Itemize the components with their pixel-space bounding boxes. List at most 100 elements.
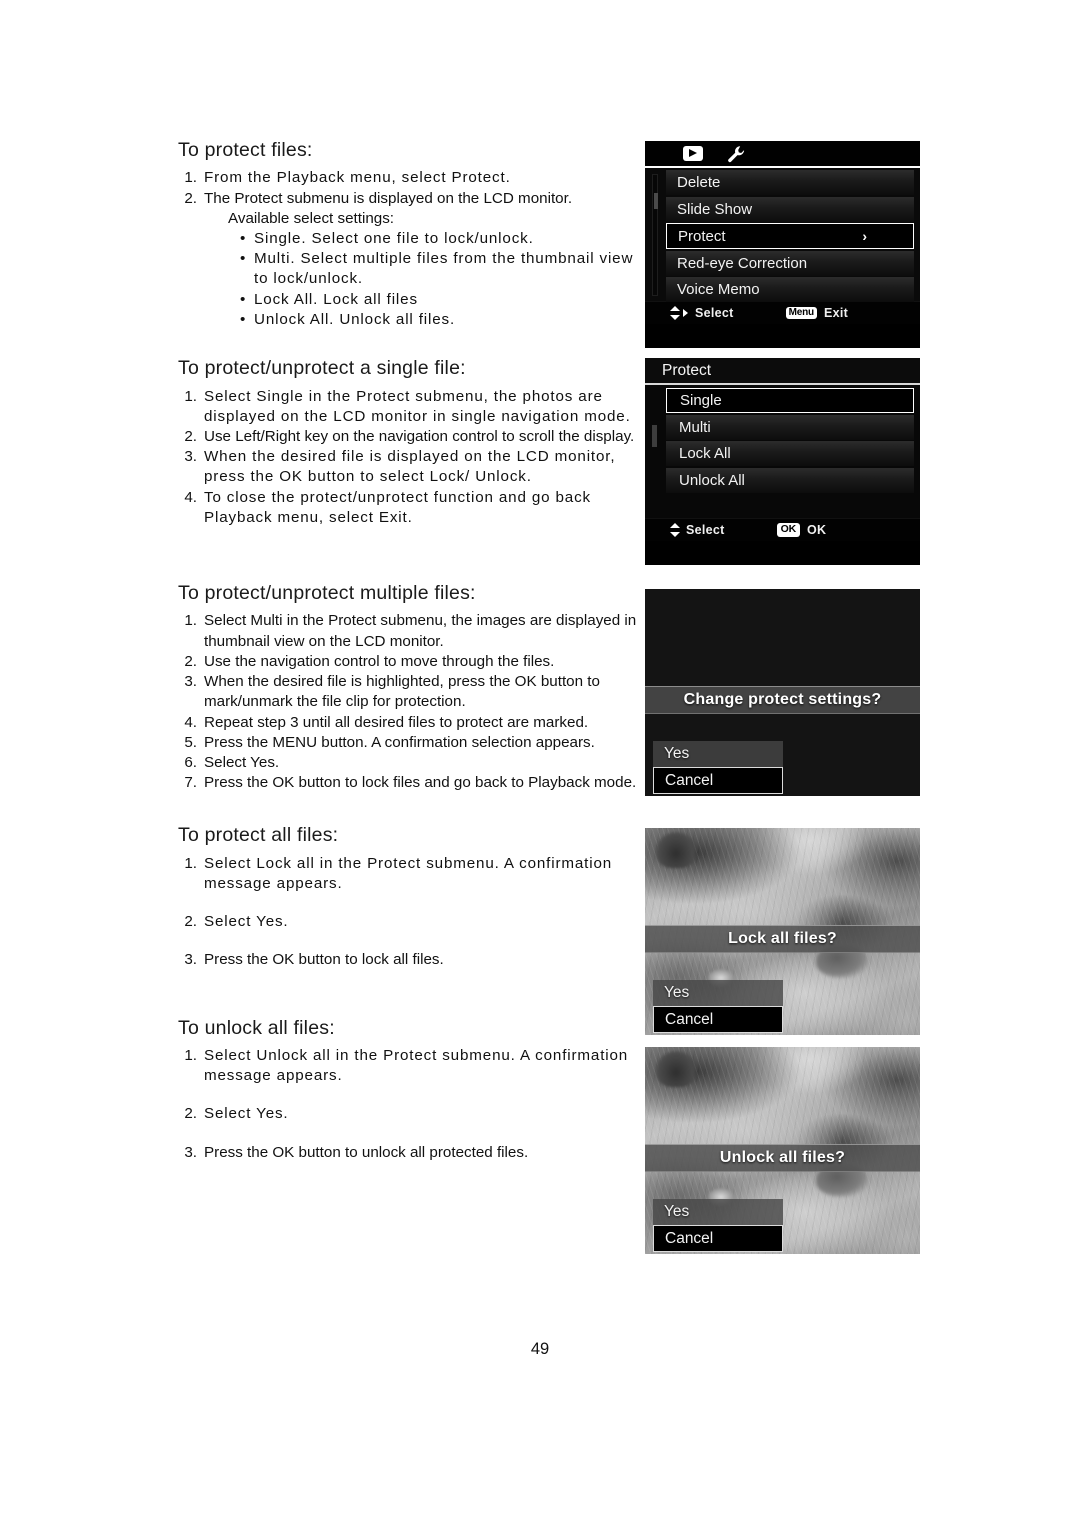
submenu-item-single[interactable]: Single	[666, 388, 914, 413]
step-number: 1.	[184, 854, 197, 872]
protect-submenu-screenshot: Protect Single Multi Lock All Unlock All…	[645, 358, 920, 565]
section-heading: To protect all files:	[178, 824, 339, 847]
step-number: 1.	[184, 387, 197, 405]
confirm-choices: Yes Cancel	[653, 980, 783, 1033]
step-text: When the desired file is highlighted, pr…	[204, 673, 600, 711]
step-number: 1.	[184, 169, 197, 187]
section-protect-all: To protect all files: 1. Select Lock all…	[178, 823, 646, 970]
lock-all-files-dialog-screenshot: Lock all files? Yes Cancel	[645, 828, 920, 1035]
yes-button[interactable]: Yes	[653, 980, 783, 1006]
up-down-arrows-icon	[669, 306, 680, 320]
step-text: Press the MENU button. A confirmation se…	[204, 733, 595, 751]
step-item: 6. Select Yes.	[178, 753, 646, 773]
chevron-right-icon: ›	[862, 228, 867, 244]
step-item: 7. Press the OK button to lock files and…	[178, 773, 646, 793]
yes-button[interactable]: Yes	[653, 1199, 783, 1225]
step-text: Use Left/Right key on the navigation con…	[204, 427, 635, 445]
step-item: 2. Select Yes.	[178, 1104, 646, 1124]
step-text: Select Single in the Protect submenu, th…	[204, 387, 631, 425]
step-number: 6.	[184, 753, 197, 771]
step-list: 1. Select Single in the Protect submenu,…	[178, 387, 646, 529]
submenu-item-unlock-all[interactable]: Unlock All	[666, 467, 914, 493]
bullet-dot-icon: •	[240, 310, 246, 328]
confirm-banner: Lock all files?	[645, 925, 920, 953]
bullet-dot-icon: •	[240, 290, 246, 308]
menu-scrollbar[interactable]	[652, 174, 658, 296]
up-down-arrows-icon	[669, 523, 680, 537]
confirm-dialog: Unlock all files? Yes Cancel	[645, 1047, 920, 1254]
menu-item-protect[interactable]: Protect ›	[666, 223, 914, 249]
step-number: 3.	[184, 1143, 197, 1161]
step-number: 2.	[184, 652, 197, 670]
step-item: 4. To close the protect/unprotect functi…	[178, 488, 646, 528]
step-item: 3. Press the OK button to lock all files…	[178, 950, 646, 970]
bullet-text: Multi. Select multiple files from the th…	[254, 250, 634, 288]
protect-submenu-title: Protect	[645, 358, 920, 385]
cancel-button[interactable]: Cancel	[653, 1006, 783, 1033]
step-item: 3. When the desired file is highlighted,…	[178, 672, 646, 712]
wrench-icon[interactable]	[727, 145, 746, 163]
step-text: Repeat step 3 until all desired files to…	[204, 713, 589, 731]
yes-button-label: Yes	[664, 745, 690, 762]
menu-item-delete[interactable]: Delete	[666, 170, 914, 195]
confirm-dialog: Change protect settings? Yes Cancel	[645, 589, 920, 796]
step-number: 5.	[184, 733, 197, 751]
step-text: Press the OK button to unlock all protec…	[204, 1143, 529, 1161]
select-hint-label: Select	[695, 306, 734, 320]
step-item: 2. The Protect submenu is displayed on t…	[178, 189, 646, 209]
yes-button[interactable]: Yes	[653, 741, 783, 767]
submenu-item-multi[interactable]: Multi	[666, 414, 914, 440]
step-text: Select Unlock all in the Protect submenu…	[204, 1047, 629, 1085]
confirm-choices: Yes Cancel	[653, 741, 783, 794]
menu-item-voice-memo[interactable]: Voice Memo	[666, 277, 914, 302]
step-number: 2.	[184, 427, 197, 445]
step-number: 3.	[184, 673, 197, 691]
submenu-item-lock-all[interactable]: Lock All	[666, 441, 914, 466]
menu-item-label: Slide Show	[677, 200, 753, 218]
step-item: 2. Select Yes.	[178, 912, 646, 932]
submenu-scrollbar-thumb[interactable]	[652, 425, 657, 447]
menu-item-label: Delete	[677, 174, 721, 191]
step-item: 1. From the Playback menu, select Protec…	[178, 168, 646, 188]
protect-submenu-status-bar: Select OK OK	[645, 518, 920, 541]
step-item: 4. Repeat step 3 until all desired files…	[178, 713, 646, 733]
step-text: To close the protect/unprotect function …	[204, 488, 591, 526]
step-list: 1. Select Unlock all in the Protect subm…	[178, 1046, 646, 1163]
page-number: 49	[530, 1340, 550, 1358]
cancel-button[interactable]: Cancel	[653, 767, 783, 794]
confirm-dialog: Lock all files? Yes Cancel	[645, 828, 920, 1035]
cancel-button-label: Cancel	[665, 1229, 714, 1247]
menu-tab-bar	[645, 141, 920, 168]
bullet-item: • Lock All. Lock all files	[240, 290, 646, 310]
step-text: Select Lock all in the Protect submenu. …	[204, 854, 613, 892]
section-heading: To protect/unprotect multiple files:	[178, 582, 476, 605]
menu-scrollbar-thumb[interactable]	[654, 193, 658, 209]
protect-submenu-list-area: Single Multi Lock All Unlock All	[645, 385, 920, 518]
step-list: 1. From the Playback menu, select Protec…	[178, 168, 646, 208]
cancel-button-label: Cancel	[665, 771, 714, 789]
menu-item-slide-show[interactable]: Slide Show	[666, 196, 914, 222]
step-text: Select Yes.	[204, 1105, 289, 1123]
playback-menu-status-bar: Select Menu Exit	[645, 301, 920, 324]
menu-item-red-eye-correction[interactable]: Red-eye Correction	[666, 250, 914, 276]
step-number: 4.	[184, 488, 197, 506]
playback-icon[interactable]	[683, 146, 703, 161]
bullet-text: Unlock All. Unlock all files.	[254, 310, 456, 328]
step-item: 3. Press the OK button to unlock all pro…	[178, 1143, 646, 1163]
step-number: 1.	[184, 1047, 197, 1064]
unlock-all-files-dialog-screenshot: Unlock all files? Yes Cancel	[645, 1047, 920, 1254]
step-item: 3. When the desired file is displayed on…	[178, 447, 646, 487]
step-item: 1. Select Unlock all in the Protect subm…	[178, 1046, 646, 1086]
step-number: 3.	[184, 448, 197, 466]
yes-button-label: Yes	[664, 984, 690, 1001]
submenu-item-label: Multi	[679, 418, 711, 436]
section-heading: To unlock all files:	[178, 1016, 335, 1039]
menu-button-badge: Menu	[785, 306, 817, 320]
cancel-button[interactable]: Cancel	[653, 1225, 783, 1252]
section-heading: To protect files:	[178, 139, 313, 161]
exit-hint-label: Exit	[823, 306, 849, 320]
section-to-protect-files: To protect files: 1. From the Playback m…	[178, 138, 646, 330]
cat-ear	[656, 1051, 696, 1088]
step-text: Use the navigation control to move throu…	[204, 652, 555, 670]
step-list: 1. Select Multi in the Protect submenu, …	[178, 611, 646, 793]
